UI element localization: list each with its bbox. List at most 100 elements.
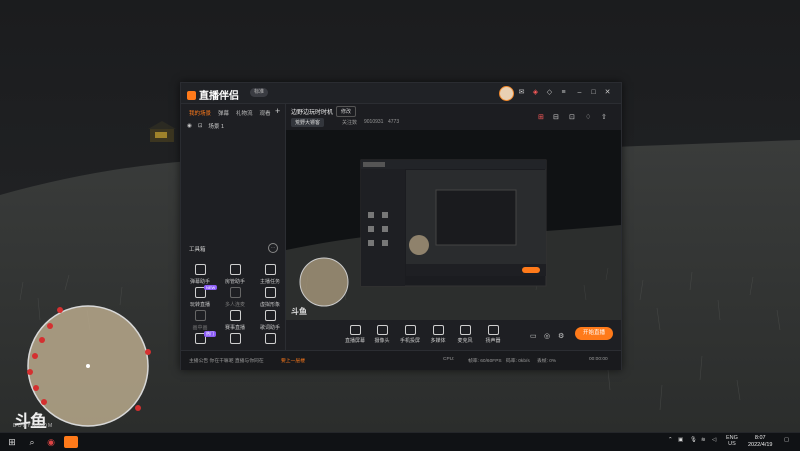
avatar-icon: [264, 287, 276, 298]
media-icon: [432, 325, 444, 335]
follow-count: 关注数: [342, 120, 358, 126]
search-icon[interactable]: ⌕: [26, 436, 38, 448]
streaming-app-taskbar-icon[interactable]: [64, 436, 78, 448]
tool-label: 赛事直播: [224, 325, 245, 331]
user-avatar[interactable]: [499, 86, 514, 101]
notice-icon[interactable]: ◇: [546, 89, 553, 96]
stream-icon: [264, 333, 276, 344]
tool-event[interactable]: 赛事直播: [218, 310, 252, 331]
douyu-logo-icon: [187, 91, 196, 100]
task-icon: [264, 264, 276, 275]
tool-danmaku[interactable]: 弹幕助手: [183, 264, 217, 285]
lock-icon[interactable]: ⊡: [198, 123, 203, 129]
tool-avatar[interactable]: 虚拟形象: [253, 287, 287, 308]
menu-icon[interactable]: ≡: [560, 89, 567, 96]
screen-button[interactable]: 直播屏幕: [342, 325, 368, 344]
bitrate-status: 码率: 0kb/s: [506, 359, 530, 364]
lock-room-icon[interactable]: ⊟: [553, 113, 559, 121]
eye-icon[interactable]: ◉: [187, 123, 192, 129]
wifi-icon[interactable]: ≋: [701, 437, 706, 443]
stream-preview[interactable]: [286, 130, 621, 320]
title-bar: 直播伴侣 标准 ✉ ◈ ◇ ≡ – □ ✕: [181, 83, 621, 104]
hot-value: 4773: [388, 119, 400, 125]
tool-label: 虚拟形象: [259, 302, 280, 308]
volume-icon[interactable]: ◁: [712, 437, 716, 443]
notification-icon[interactable]: ▢: [784, 437, 789, 443]
start-stream-button[interactable]: 开始直播: [575, 327, 613, 340]
message-icon[interactable]: ✉: [518, 89, 525, 96]
tool-record[interactable]: [218, 333, 252, 347]
phone-cast-button[interactable]: 手机投屏: [397, 325, 423, 344]
multi-mic-icon: [229, 287, 241, 298]
tool-lyrics[interactable]: 歌词助手: [253, 310, 287, 331]
pip-icon: [194, 310, 206, 321]
tool-label: 玩转直播: [189, 302, 210, 308]
tab-3[interactable]: 观看: [260, 109, 271, 117]
app-logo: 直播伴侣: [187, 87, 239, 102]
tool-admin[interactable]: 房管助手: [218, 264, 252, 285]
share-icon[interactable]: ⇧: [601, 113, 607, 121]
room-id: 9010931: [364, 119, 384, 125]
tool-tag: 热门: [204, 331, 216, 337]
tool-label: 主播任务: [259, 279, 280, 285]
douyu-brand-url: DOUYU.COM: [13, 423, 54, 429]
chrome-app-icon[interactable]: ◉: [44, 436, 58, 448]
gift-box-icon[interactable]: ⊞: [538, 113, 544, 121]
fps-status: 帧率: 60/60FPS: [468, 359, 502, 364]
tool-multi-mic[interactable]: 多人连麦: [218, 287, 252, 308]
edit-room-button[interactable]: 修改: [336, 106, 357, 117]
tool-stream[interactable]: [253, 333, 287, 347]
tool-label: 多人连麦: [224, 302, 245, 308]
maximize-icon[interactable]: □: [590, 89, 597, 96]
tool-label: 歌词助手: [259, 325, 280, 331]
tab-0[interactable]: 我的场景: [189, 109, 211, 117]
mic-button[interactable]: 麦克风: [452, 325, 478, 344]
streaming-app-window: 直播伴侣 标准 ✉ ◈ ◇ ≡ – □ ✕ 我的场景 弹幕 礼物流 观看 + ◉ ⊡ …: [180, 82, 622, 370]
more-tools-icon[interactable]: ⋯: [268, 243, 278, 253]
clock[interactable]: 8:07 2022/4/19: [748, 435, 772, 449]
room-title: 边野边玩时时机: [291, 110, 334, 116]
camera-icon: [376, 325, 388, 335]
control-label: 多媒体: [430, 338, 446, 344]
tool-play[interactable]: 玩转直播 NEW: [183, 285, 218, 308]
tools-title: 工具箱: [189, 247, 206, 253]
media-button[interactable]: 多媒体: [425, 325, 451, 344]
close-icon[interactable]: ✕: [604, 89, 611, 96]
language-indicator[interactable]: ENG US: [726, 435, 738, 447]
windows-start-icon[interactable]: ⊞: [6, 436, 18, 448]
app-name: 直播伴侣: [199, 91, 239, 102]
minimize-icon[interactable]: –: [576, 89, 583, 96]
tool-game[interactable]: 热门: [183, 331, 217, 347]
mic-icon: [459, 325, 471, 335]
add-tab-button[interactable]: +: [275, 106, 280, 116]
tool-pip[interactable]: 画中画: [183, 310, 217, 331]
tray-up-icon[interactable]: ⌃: [668, 437, 673, 443]
scene-item[interactable]: ◉ ⊡ 场景 1: [187, 122, 224, 130]
network-icon[interactable]: ▣: [678, 437, 683, 443]
speaker-button[interactable]: 扬声器: [480, 325, 506, 344]
camera-toggle-icon[interactable]: ▭: [530, 332, 537, 340]
event-icon: [229, 310, 241, 321]
lyrics-icon: [264, 310, 276, 321]
camera-button[interactable]: 摄像头: [369, 325, 395, 344]
gift-icon[interactable]: ◈: [532, 89, 539, 96]
record-icon: [229, 333, 241, 344]
clock-date: 2022/4/19: [748, 442, 773, 448]
settings-gear-icon[interactable]: ⚙: [558, 332, 564, 340]
danmaku-icon: [194, 264, 206, 275]
room-category[interactable]: 荒野大镖客: [291, 118, 325, 127]
settings-icon[interactable]: ⊡: [569, 113, 575, 121]
speaker-icon: [487, 325, 499, 335]
mic-tray-icon[interactable]: 🎙: [690, 437, 697, 443]
scene-label: 场景 1: [208, 124, 225, 130]
tool-label: 房管助手: [224, 279, 245, 285]
admin-icon: [229, 264, 241, 275]
tab-1[interactable]: 弹幕: [218, 109, 229, 117]
tool-task[interactable]: 主播任务: [253, 264, 287, 285]
version-badge[interactable]: 标准: [250, 88, 269, 97]
bell-icon[interactable]: ♢: [585, 113, 591, 121]
control-label: 直播屏幕: [344, 338, 365, 344]
preview-eye-icon[interactable]: ◎: [544, 332, 550, 340]
tab-2[interactable]: 礼物流: [236, 109, 253, 117]
scene-tabs: 我的场景 弹幕 礼物流 观看: [189, 109, 271, 117]
